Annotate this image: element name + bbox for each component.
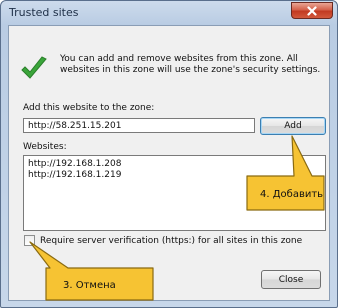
window-close-button[interactable] <box>291 2 333 19</box>
add-website-label: Add this website to the zone: <box>23 103 155 113</box>
list-item[interactable]: http://192.168.1.208 <box>28 159 321 170</box>
trusted-sites-dialog: Trusted sites <box>0 0 338 308</box>
server-verification-label: Require server verification (https:) for… <box>40 236 303 246</box>
close-button[interactable]: Close <box>261 270 321 289</box>
info-text: You can add and remove websites from thi… <box>60 54 321 75</box>
checkmark-icon <box>21 56 47 79</box>
server-verification-checkbox[interactable] <box>24 235 35 246</box>
website-input[interactable]: http://58.251.15.201 <box>23 118 255 133</box>
add-button[interactable]: Add <box>260 117 326 135</box>
websites-list[interactable]: http://192.168.1.208 http://192.168.1.21… <box>23 155 326 231</box>
websites-label: Websites: <box>23 142 67 152</box>
close-icon <box>307 5 317 16</box>
title-bar[interactable]: Trusted sites <box>1 1 337 25</box>
list-item[interactable]: http://192.168.1.219 <box>28 170 321 181</box>
window-title: Trusted sites <box>9 6 79 19</box>
